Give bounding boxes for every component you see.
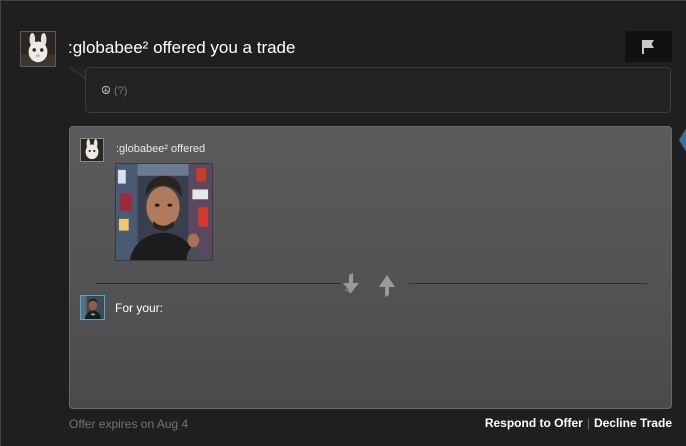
message-bubble: ☮ (?) bbox=[85, 67, 671, 113]
flag-icon bbox=[642, 40, 654, 54]
offered-label: :globabee² offered bbox=[116, 143, 206, 155]
message-emoji: ☮ bbox=[101, 85, 111, 97]
divider-right bbox=[409, 283, 647, 284]
offered-item[interactable] bbox=[115, 163, 213, 261]
bunny-mask-avatar-icon bbox=[21, 32, 55, 66]
trade-offer-page: :globabee² offered you a trade ☮ (?) :gl bbox=[0, 0, 686, 446]
help-link[interactable]: (?) bbox=[114, 85, 127, 97]
swap-arrows-icon bbox=[343, 273, 395, 297]
respond-to-offer-link[interactable]: Respond to Offer bbox=[485, 416, 583, 430]
message-text: ☮ (?) bbox=[101, 84, 127, 97]
divider-left bbox=[96, 283, 341, 284]
bunny-mask-avatar-icon bbox=[81, 139, 103, 161]
offer-expiry: Offer expires on Aug 4 bbox=[69, 417, 189, 431]
offer-actions: Respond to Offer | Decline Trade bbox=[485, 416, 672, 430]
report-button[interactable] bbox=[625, 31, 672, 62]
page-title: :globabee² offered you a trade bbox=[68, 38, 296, 57]
for-your-label: For your: bbox=[115, 301, 164, 315]
action-separator: | bbox=[586, 416, 590, 430]
decline-trade-link[interactable]: Decline Trade bbox=[594, 416, 672, 430]
sender-avatar[interactable] bbox=[20, 31, 56, 67]
offer-sender-avatar[interactable] bbox=[80, 138, 104, 162]
your-avatar[interactable] bbox=[80, 295, 105, 320]
selfie-photo-item-icon bbox=[116, 164, 212, 260]
user-photo-avatar-icon bbox=[81, 296, 104, 319]
side-tab-arrow-icon[interactable] bbox=[679, 127, 686, 153]
